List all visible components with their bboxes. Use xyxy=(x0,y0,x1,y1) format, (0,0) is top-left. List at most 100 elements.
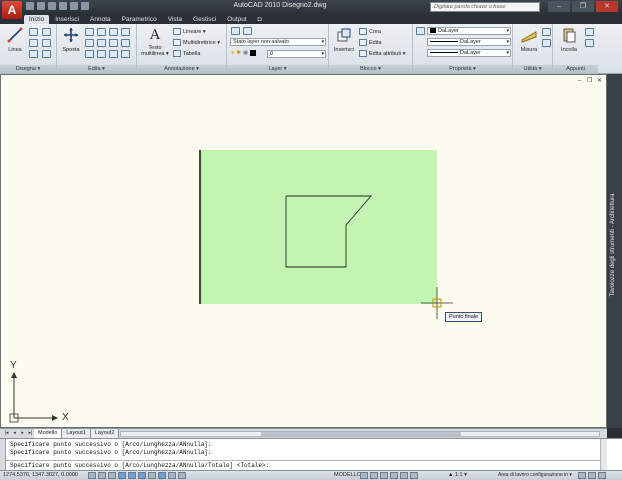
new-file-icon[interactable] xyxy=(26,2,34,10)
steering-wheel-icon[interactable] xyxy=(400,472,408,479)
pan-icon[interactable] xyxy=(380,472,388,479)
current-layer-dropdown[interactable]: 0 ▾ xyxy=(267,50,326,58)
lightbulb-icon[interactable]: ● xyxy=(231,50,234,56)
tab-3[interactable]: Parametrico xyxy=(117,15,162,24)
tab-0[interactable]: Inizio xyxy=(24,15,50,24)
dyn-icon[interactable] xyxy=(158,472,166,479)
lock-ui-icon[interactable] xyxy=(578,472,586,479)
measure-tool[interactable]: Misura xyxy=(516,27,542,53)
extend-icon[interactable] xyxy=(121,50,130,58)
copy-icon[interactable] xyxy=(121,28,130,36)
ducs-icon[interactable] xyxy=(148,472,156,479)
undo-icon[interactable] xyxy=(59,2,67,10)
ellipse-icon[interactable] xyxy=(42,50,51,58)
circle-icon[interactable] xyxy=(29,39,38,47)
otrack-icon[interactable] xyxy=(138,472,146,479)
rectangle-icon[interactable] xyxy=(29,50,38,58)
rotate-icon[interactable] xyxy=(85,28,94,36)
create-block-tool[interactable]: Crea xyxy=(359,28,381,35)
ortho-icon[interactable] xyxy=(108,472,116,479)
tab-6[interactable]: Output xyxy=(222,15,252,24)
panel-label-edita[interactable]: Edita ▾ xyxy=(57,65,136,74)
scrollbar-thumb[interactable] xyxy=(261,432,461,436)
quick-view-drawings-icon[interactable] xyxy=(370,472,378,479)
snap-icon[interactable] xyxy=(88,472,96,479)
layout-nav-button-1[interactable]: ◂ xyxy=(11,430,18,437)
layer-properties-icon[interactable] xyxy=(231,27,240,35)
isolate-objects-icon[interactable] xyxy=(588,472,596,479)
search-input[interactable]: Digitare parola chiave o frase xyxy=(430,2,540,12)
arc-icon[interactable] xyxy=(42,28,51,36)
offset-icon[interactable] xyxy=(109,50,118,58)
panel-label-layer[interactable]: Layer ▾ xyxy=(227,65,328,74)
minimize-button[interactable]: – xyxy=(548,1,570,12)
polyline-icon[interactable] xyxy=(29,28,38,36)
panel-label-blocco[interactable]: Blocco ▾ xyxy=(329,65,412,74)
quick-properties-icon[interactable] xyxy=(178,472,186,479)
layout-tab-layout2[interactable]: Layout2 xyxy=(90,429,120,438)
copy-clipboard-icon[interactable] xyxy=(585,39,594,47)
save-icon[interactable] xyxy=(48,2,56,10)
panel-label-annotazione[interactable]: Annotazione ▾ xyxy=(137,65,226,74)
multiline-text-tool[interactable]: A Testo multilinea ▾ xyxy=(139,27,171,57)
restore-button[interactable]: ❐ xyxy=(572,1,594,12)
calculator-icon[interactable] xyxy=(542,39,551,47)
layer-isolate-icon[interactable] xyxy=(243,27,252,35)
edit-attributes-tool[interactable]: Edita attributi ▾ xyxy=(359,50,405,57)
explode-icon[interactable] xyxy=(109,39,118,47)
panel-label-disegna[interactable]: Disegna ▾ xyxy=(0,65,56,74)
panel-label-proprieta[interactable]: Proprietà ▾ xyxy=(413,65,512,74)
scale-icon[interactable] xyxy=(85,50,94,58)
tab-1[interactable]: Inserisci xyxy=(50,15,84,24)
coordinates-readout[interactable]: 1274.5376, 1347.3027, 0.0000 xyxy=(3,472,78,478)
line-tool[interactable]: Linea xyxy=(4,27,26,53)
linear-dimension-tool[interactable]: Lineare ▾ xyxy=(173,28,206,35)
fillet-icon[interactable] xyxy=(97,39,106,47)
erase-icon[interactable] xyxy=(109,28,118,36)
model-space-button[interactable]: MODELLO xyxy=(334,472,361,478)
horizontal-scrollbar[interactable] xyxy=(120,431,600,437)
workspace-switch[interactable]: Area di lavoro configurazione in ▾ xyxy=(498,472,572,478)
panel-label-utilita[interactable]: Utilità ▾ xyxy=(513,65,552,74)
edit-block-tool[interactable]: Edita xyxy=(359,39,382,46)
layout-tab-modello[interactable]: Modello xyxy=(34,429,63,438)
multileader-tool[interactable]: Multidirettrice ▾ xyxy=(173,39,220,46)
quick-view-layouts-icon[interactable] xyxy=(360,472,368,479)
layer-state-dropdown[interactable]: Stato layer non salvato ▾ xyxy=(230,38,326,46)
tab-4[interactable]: Vista xyxy=(163,15,187,24)
table-tool[interactable]: Tabella xyxy=(173,50,200,57)
command-line-grip[interactable] xyxy=(0,439,6,471)
layout-nav-button-0[interactable]: |◂ xyxy=(3,430,10,437)
osnap-icon[interactable] xyxy=(128,472,136,479)
green-region[interactable] xyxy=(200,150,437,304)
tab-5[interactable]: Gestisci xyxy=(188,15,221,24)
panel-label-appunti[interactable]: Appunti xyxy=(553,65,598,74)
lock-icon[interactable]: ▣ xyxy=(243,50,248,56)
layout-nav-button-2[interactable]: ▸ xyxy=(19,430,26,437)
hatch-icon[interactable] xyxy=(42,39,51,47)
lineweight-toggle-icon[interactable] xyxy=(168,472,176,479)
linetype-dropdown[interactable]: DaLayer ▾ xyxy=(427,38,511,46)
color-dropdown[interactable]: DaLayer ▾ xyxy=(427,27,511,35)
redo-icon[interactable] xyxy=(70,2,78,10)
command-scrollbar[interactable] xyxy=(600,439,607,471)
array-icon[interactable] xyxy=(97,50,106,58)
polar-icon[interactable] xyxy=(118,472,126,479)
stretch-icon[interactable] xyxy=(121,39,130,47)
plot-icon[interactable] xyxy=(81,2,89,10)
annotation-scale[interactable]: ▲ 1:1 ▾ xyxy=(448,472,467,478)
tab-2[interactable]: Annota xyxy=(85,15,116,24)
paste-tool[interactable]: Incolla xyxy=(556,27,582,53)
trim-icon[interactable] xyxy=(97,28,106,36)
command-prompt[interactable]: Specificare punto successivo o [Arco/Lun… xyxy=(10,462,269,469)
cut-icon[interactable] xyxy=(585,28,594,36)
quick-select-icon[interactable] xyxy=(542,28,551,36)
sun-icon[interactable]: ✱ xyxy=(236,50,241,56)
clean-screen-icon[interactable] xyxy=(598,472,606,479)
layout-tab-layout1[interactable]: Layout1 xyxy=(62,429,91,438)
layout-nav-button-3[interactable]: ▸| xyxy=(27,430,34,437)
insert-block-tool[interactable]: Inserisci xyxy=(331,27,357,53)
showmotion-icon[interactable] xyxy=(410,472,418,479)
command-line[interactable]: Specificare punto successivo o [Arco/Lun… xyxy=(0,438,622,471)
move-tool[interactable]: Sposta xyxy=(59,27,83,53)
